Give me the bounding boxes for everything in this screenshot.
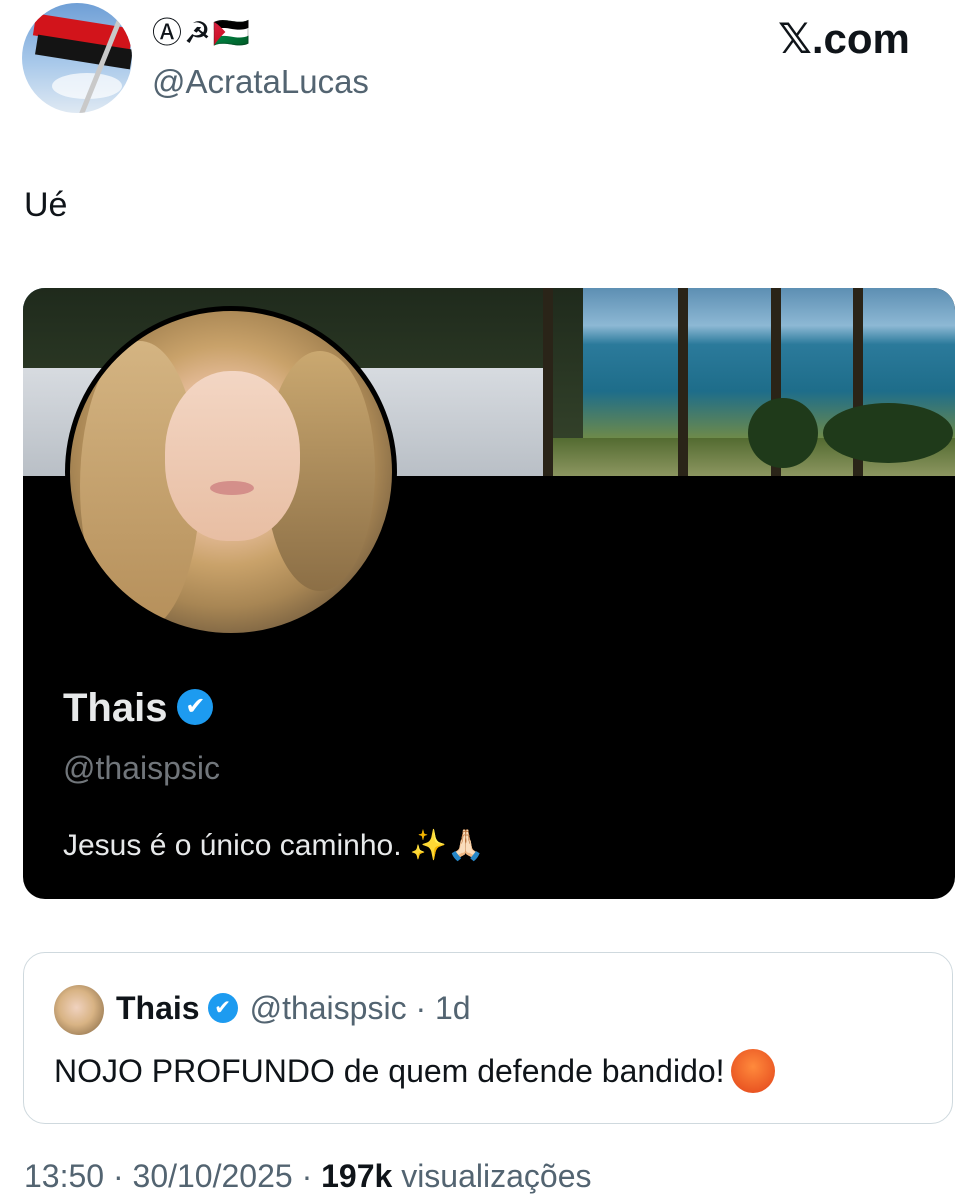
- quoted-handle-time[interactable]: @thaispsic · 1d: [250, 990, 471, 1026]
- profile-picture: [65, 306, 397, 638]
- profile-bio: Jesus é o único caminho. ✨🙏🏻: [63, 829, 485, 862]
- quoted-text-line: NOJO PROFUNDO de quem defende bandido!: [54, 1048, 775, 1096]
- face: [165, 371, 300, 541]
- banner-bush: [748, 398, 818, 468]
- profile-name-text: Thais: [63, 686, 168, 730]
- palm-trunk: [543, 288, 553, 476]
- palm-trunk: [678, 288, 688, 476]
- profile-handle: @thaispsic: [63, 750, 220, 786]
- tweet-date[interactable]: 30/10/2025: [133, 1158, 293, 1194]
- meta-separator: ·: [112, 1158, 124, 1194]
- verified-badge-icon: ✔: [207, 992, 238, 1023]
- profile-name: Thais ✔: [63, 684, 214, 732]
- author-display-name[interactable]: Ⓐ☭🇵🇸: [152, 14, 252, 54]
- banner-bush: [823, 403, 953, 463]
- angry-face-icon: [730, 1048, 775, 1093]
- quoted-header: Thais ✔ @thaispsic · 1d: [116, 986, 471, 1030]
- quoted-text: NOJO PROFUNDO de quem defende bandido!: [54, 1053, 725, 1089]
- views-count: 197k: [321, 1158, 393, 1194]
- author-avatar[interactable]: [22, 3, 132, 113]
- author-handle[interactable]: @AcrataLucas: [152, 60, 369, 104]
- verified-badge-icon: ✔: [177, 689, 214, 726]
- quoted-tweet[interactable]: Thais ✔ @thaispsic · 1d NOJO PROFUNDO de q…: [23, 952, 953, 1124]
- quoted-name[interactable]: Thais: [116, 990, 200, 1026]
- tweet-meta: 13:50 · 30/10/2025 · 197k visualizações: [24, 1154, 592, 1198]
- lips: [210, 481, 254, 495]
- profile-screenshot-card[interactable]: Thais ✔ @thaispsic Jesus é o único caminh…: [23, 288, 955, 899]
- x-logo: 𝕏.com: [778, 15, 910, 62]
- views-label: visualizações: [401, 1158, 592, 1194]
- tweet-text: Ué: [24, 186, 68, 224]
- meta-separator: ·: [301, 1158, 313, 1194]
- quoted-avatar[interactable]: [54, 985, 104, 1035]
- tweet-time[interactable]: 13:50: [24, 1158, 104, 1194]
